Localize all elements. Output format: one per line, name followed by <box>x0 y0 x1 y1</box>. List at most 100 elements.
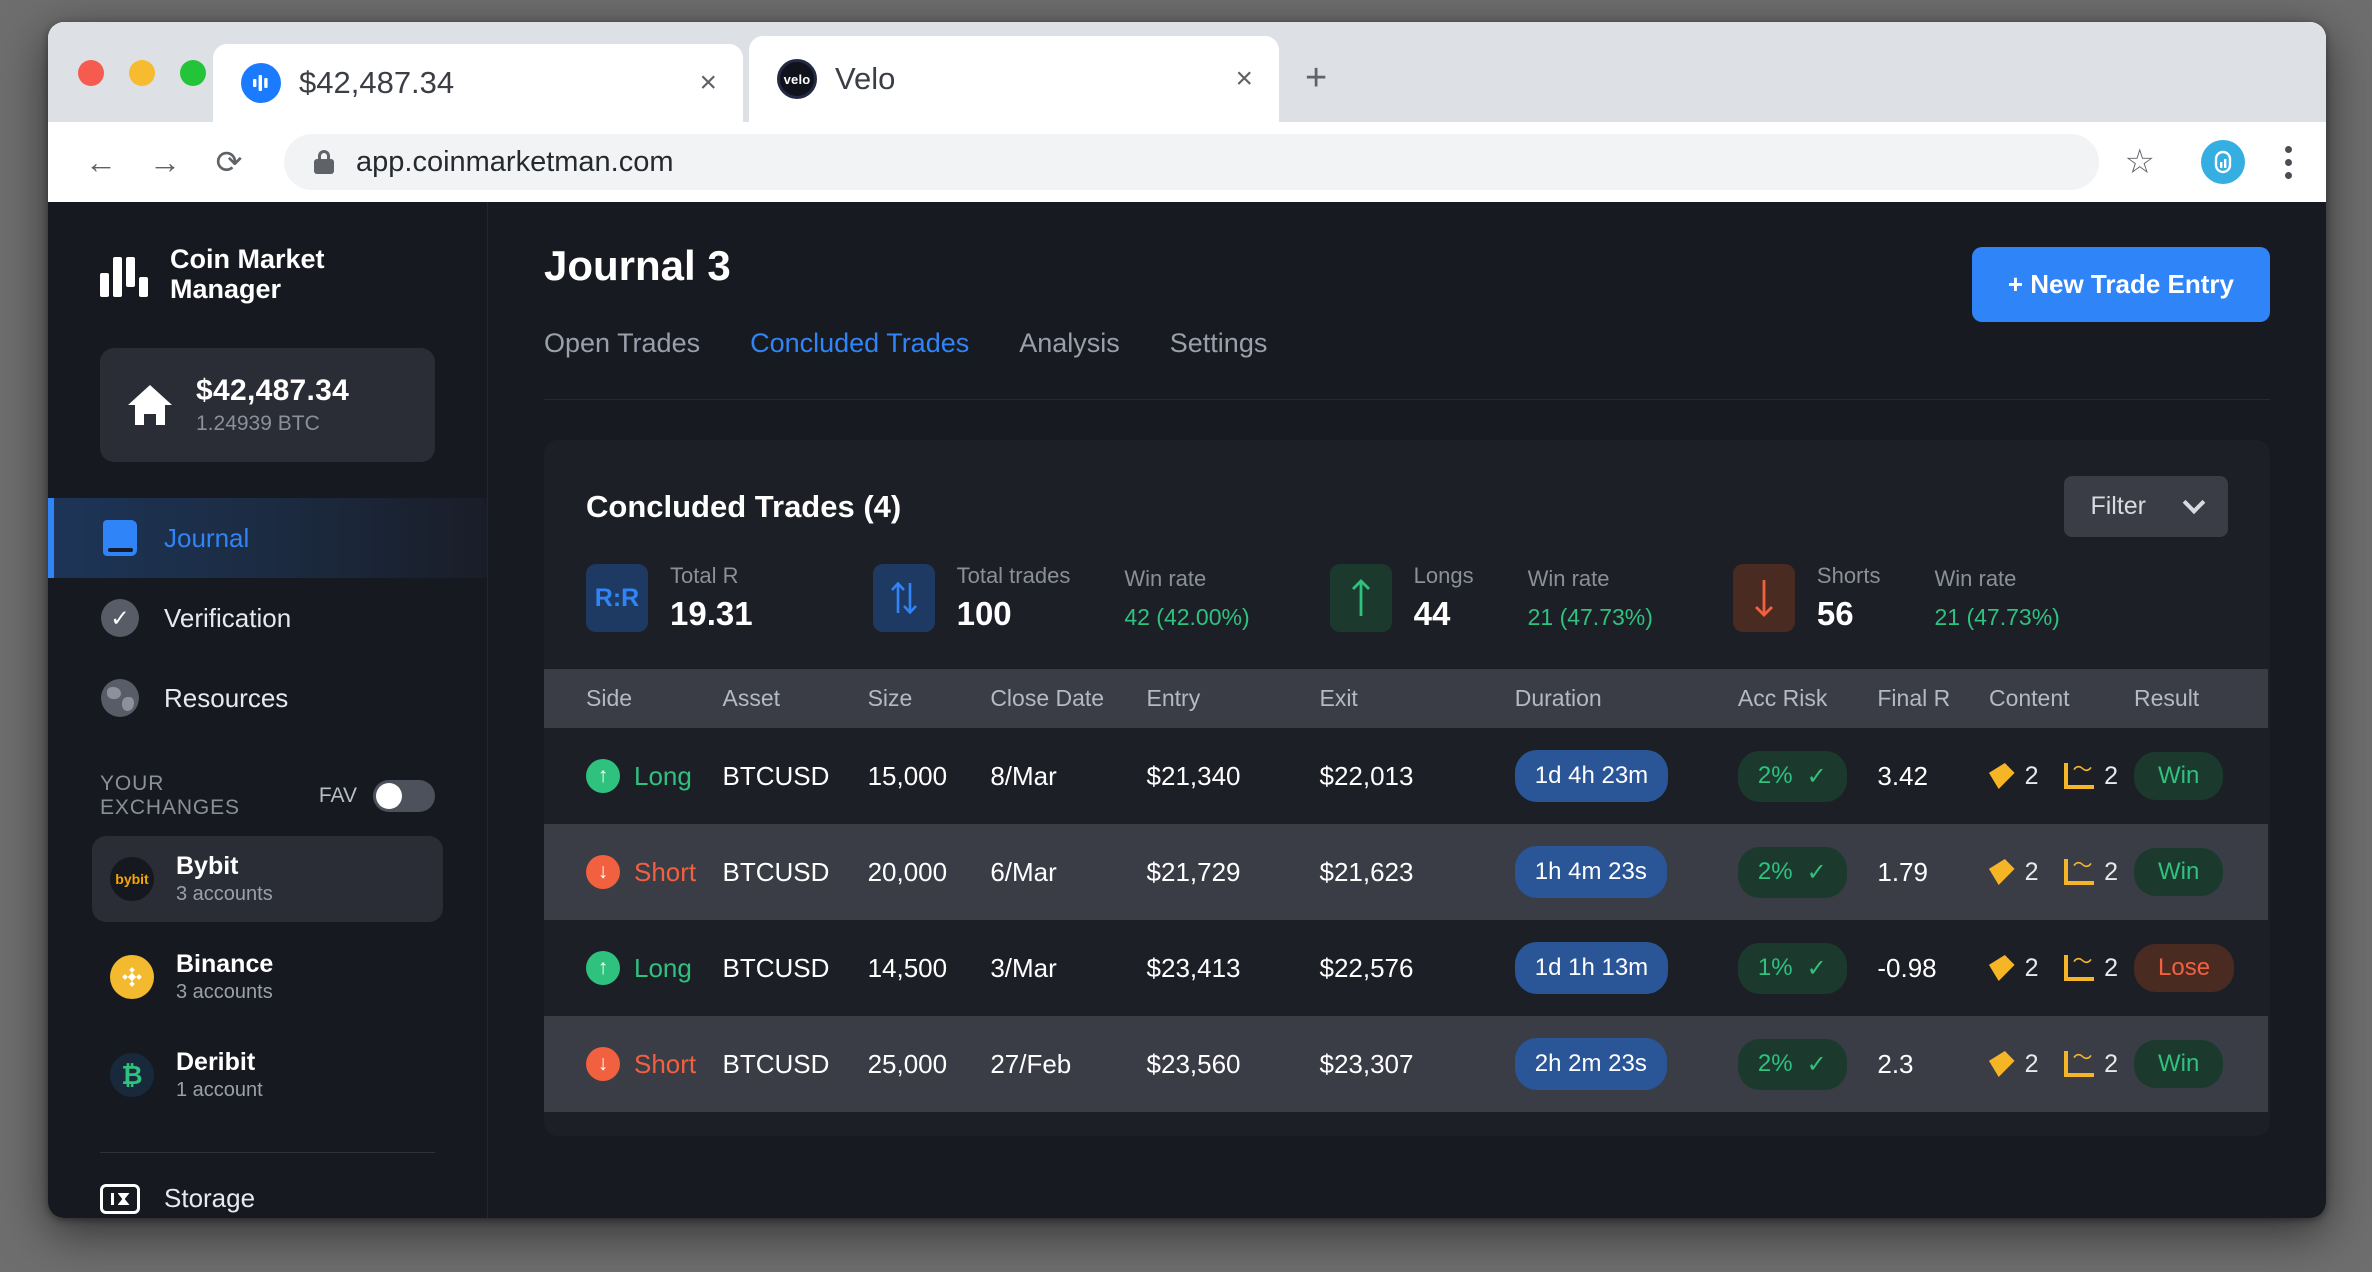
duration-pill: 1d 1h 13m <box>1514 942 1669 994</box>
stat-total-trades-value: 100 <box>956 595 1012 632</box>
column-header-asset[interactable]: Asset <box>722 669 868 728</box>
check-icon: ✓ <box>1806 1050 1827 1078</box>
bookmark-star-icon[interactable]: ☆ <box>2125 142 2169 182</box>
table-row[interactable]: ↓ Short BTCUSD 25,000 27/Feb $23,560 $23,… <box>544 1016 2268 1112</box>
column-header-duration[interactable]: Duration <box>1514 669 1738 728</box>
sidebar-item-storage[interactable]: Storage <box>48 1153 487 1214</box>
risk-reward-icon: R:R <box>586 564 648 632</box>
close-window-button[interactable] <box>78 60 104 86</box>
tag-count: 2 <box>2024 1049 2039 1078</box>
cell-close-date: 27/Feb <box>990 1016 1147 1112</box>
balance-card[interactable]: $42,487.34 1.24939 BTC <box>100 348 435 463</box>
stat-longs-label: Longs <box>1413 563 1474 588</box>
cell-result: Win <box>2134 1016 2268 1112</box>
table-row[interactable]: ↑ Long BTCUSD 15,000 8/Mar $21,340 $22,01… <box>544 728 2268 824</box>
app-logo[interactable]: Coin Market Manager <box>48 202 487 304</box>
new-trade-entry-button[interactable]: + New Trade Entry <box>1971 247 2270 322</box>
stat-total-r: R:R Total R 19.31 <box>586 563 753 633</box>
browser-tab-2[interactable]: velo Velo × <box>749 36 1279 122</box>
book-icon <box>100 518 140 558</box>
chevron-down-icon <box>2182 490 2206 514</box>
stat-longs: Longs 44 <box>1329 563 1474 633</box>
tab-settings[interactable]: Settings <box>1170 328 1268 365</box>
acc-risk-pill: 2% ✓ <box>1737 1038 1847 1090</box>
column-header-result[interactable]: Result <box>2134 669 2268 728</box>
reload-icon[interactable]: ⟳ <box>202 135 256 189</box>
stat-shorts-value: 56 <box>1816 595 1854 632</box>
tag-icon <box>1988 955 2015 981</box>
filter-button[interactable]: Filter <box>2064 476 2228 537</box>
filter-button-label: Filter <box>2090 492 2146 520</box>
chart-count: 2 <box>2104 953 2118 982</box>
minimize-window-button[interactable] <box>129 60 155 86</box>
maximize-window-button[interactable] <box>180 60 206 86</box>
window-controls[interactable] <box>78 60 206 86</box>
address-bar[interactable]: app.coinmarketman.com <box>284 134 2099 190</box>
duration-pill: 1h 4m 23s <box>1514 846 1667 898</box>
table-row[interactable]: ↑ Long BTCUSD 14,500 3/Mar $23,413 $22,57… <box>544 920 2268 1016</box>
stat-longs-value: 44 <box>1413 595 1451 632</box>
acc-risk-pill: 1% ✓ <box>1737 942 1847 994</box>
tab-concluded-trades[interactable]: Concluded Trades <box>750 328 969 365</box>
browser-tab-2-close-icon[interactable]: × <box>1229 58 1259 100</box>
cell-side-label: Short <box>634 856 697 887</box>
stat-total-trades: Total trades 100 <box>872 563 1070 633</box>
main-tabs: Open Trades Concluded Trades Analysis Se… <box>544 328 2270 365</box>
sidebar-item-journal[interactable]: Journal <box>48 498 487 579</box>
app-root: Coin Market Manager $42,487.34 1.24939 B… <box>48 202 2326 1218</box>
tab-analysis[interactable]: Analysis <box>1019 328 1120 365</box>
lock-icon <box>314 150 334 174</box>
back-icon[interactable]: ← <box>74 135 128 189</box>
long-arrow-icon: ↑ <box>586 759 620 793</box>
trades-table: Side Asset Size Close Date Entry Exit Du… <box>544 669 2268 1112</box>
cell-acc-risk: 2% ✓ <box>1737 1016 1878 1112</box>
cell-acc-risk: 2% ✓ <box>1737 728 1878 824</box>
browser-menu-icon[interactable] <box>2277 142 2300 183</box>
new-tab-button[interactable]: + <box>1305 57 1327 100</box>
cell-content: 22 <box>1988 1016 2134 1112</box>
result-badge: Win <box>2134 1040 2224 1088</box>
acc-risk-pill: 2% ✓ <box>1737 750 1847 802</box>
stat-shorts: Shorts 56 <box>1732 563 1881 633</box>
cell-content: 22 <box>1988 920 2134 1016</box>
fav-toggle[interactable] <box>373 780 435 813</box>
sidebar-item-verification[interactable]: ✓ Verification <box>48 578 487 658</box>
column-header-acc-risk[interactable]: Acc Risk <box>1737 669 1878 728</box>
short-arrow-icon: ↓ <box>586 855 620 889</box>
stat-shorts-winrate-label: Win rate <box>1934 565 2017 591</box>
exchange-item-bybit[interactable]: bybit Bybit 3 accounts <box>92 836 443 923</box>
exchange-item-bybit-name: Bybit <box>176 852 239 881</box>
sidebar-item-storage-label: Storage <box>164 1183 256 1214</box>
chart-icon <box>2064 945 2095 981</box>
forward-icon[interactable]: → <box>138 135 192 189</box>
cell-duration: 1h 4m 23s <box>1514 824 1738 920</box>
browser-window: $42,487.34 × velo Velo × + ← → ⟳ app.coi… <box>48 22 2326 1218</box>
browser-tab-1[interactable]: $42,487.34 × <box>213 44 743 122</box>
tag-icon <box>1988 763 2015 789</box>
sidebar-item-journal-label: Journal <box>164 522 250 553</box>
tag-icon <box>1988 859 2015 885</box>
cell-final-r: 3.42 <box>1877 728 1989 824</box>
exchange-item-binance-accounts: 3 accounts <box>176 981 273 1004</box>
column-header-entry[interactable]: Entry <box>1146 669 1320 728</box>
cell-duration: 2h 2m 23s <box>1514 1016 1738 1112</box>
column-header-side[interactable]: Side <box>544 669 723 728</box>
browser-tab-1-close-icon[interactable]: × <box>693 62 723 104</box>
column-header-final-r[interactable]: Final R <box>1877 669 1989 728</box>
sidebar-item-resources[interactable]: Resources <box>48 658 487 738</box>
profile-avatar-icon[interactable] <box>2201 140 2245 184</box>
tab-open-trades[interactable]: Open Trades <box>544 328 700 365</box>
table-row[interactable]: ↓ Short BTCUSD 20,000 6/Mar $21,729 $21,6… <box>544 824 2268 920</box>
stat-total-r-value: 19.31 <box>670 595 753 632</box>
card-header: Concluded Trades (4) Filter <box>544 440 2270 537</box>
exchange-item-deribit[interactable]: ₿ Deribit 1 account <box>92 1032 443 1118</box>
column-header-content[interactable]: Content <box>1988 669 2134 728</box>
exchange-item-binance[interactable]: Binance 3 accounts <box>92 934 443 1020</box>
column-header-close-date[interactable]: Close Date <box>990 669 1147 728</box>
column-header-size[interactable]: Size <box>867 669 991 728</box>
column-header-exit[interactable]: Exit <box>1319 669 1515 728</box>
logo-line-1: Coin Market <box>170 244 325 274</box>
cell-entry: $21,729 <box>1146 824 1320 920</box>
cell-final-r: 2.3 <box>1877 1016 1989 1112</box>
cell-asset: BTCUSD <box>722 824 868 920</box>
